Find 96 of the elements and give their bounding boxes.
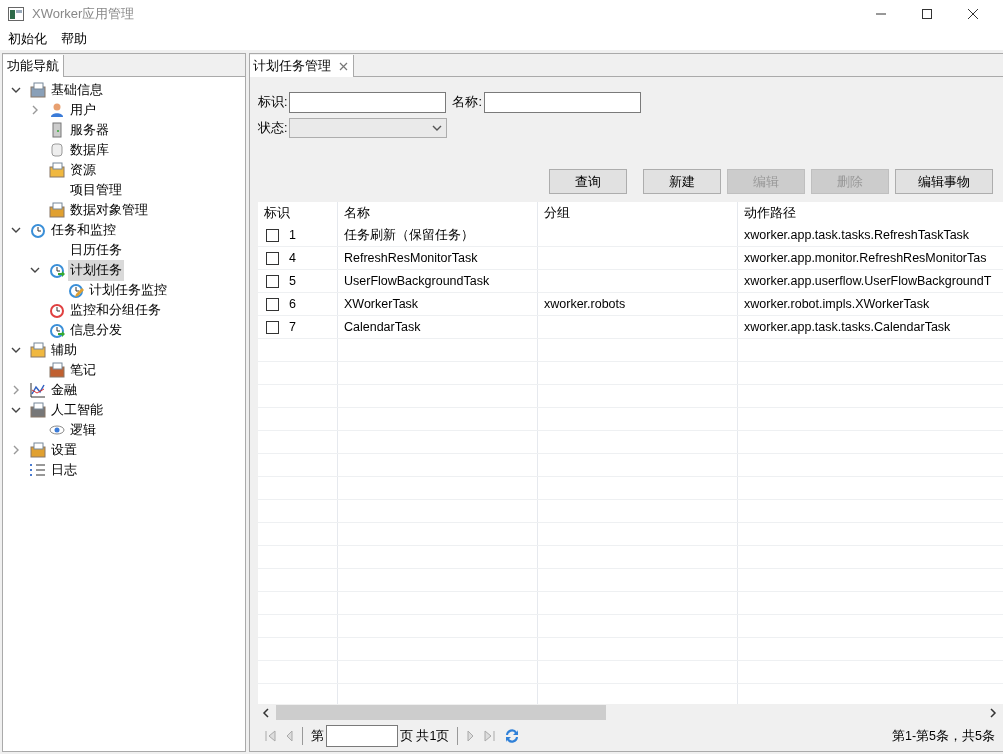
tree-item[interactable]: 笔记	[68, 359, 98, 381]
page-label: 第	[311, 727, 324, 745]
tree-node-icon	[49, 102, 65, 118]
id-input-field[interactable]	[289, 91, 447, 113]
table-cell: 5	[289, 274, 296, 288]
scroll-right-icon[interactable]	[989, 707, 997, 718]
tree-item[interactable]: 日志	[49, 459, 79, 481]
tree-item[interactable]: 项目管理	[68, 179, 124, 201]
maximize-icon[interactable]	[921, 8, 933, 20]
collapse-caret-icon[interactable]	[11, 445, 21, 455]
table-cell: UserFlowBackgroundTask	[344, 274, 490, 288]
row-checkbox[interactable]	[266, 251, 279, 265]
tree-item[interactable]: 计划任务监控	[87, 279, 169, 301]
tree-item[interactable]: 信息分发	[68, 319, 124, 341]
tree-node-icon	[49, 142, 65, 158]
tree-item[interactable]: 计划任务	[68, 259, 124, 281]
table-cell: xworker.robot.impls.XWorkerTask	[744, 297, 930, 311]
tree-node-icon	[49, 202, 65, 218]
tree-item[interactable]: 任务和监控	[49, 219, 118, 241]
tree-node-icon	[30, 462, 46, 478]
tree-node-icon	[49, 262, 65, 278]
tree-node-icon	[30, 82, 46, 98]
tree-node-icon	[30, 342, 46, 358]
app-icon	[8, 7, 24, 21]
name-input-field[interactable]	[483, 91, 641, 113]
tree-item[interactable]: 基础信息	[49, 79, 105, 101]
expand-caret-icon[interactable]	[11, 345, 21, 355]
table-cell: 任务刷新（保留任务）	[344, 226, 474, 244]
tree-item[interactable]: 数据对象管理	[68, 199, 150, 221]
tree-item[interactable]: 逻辑	[68, 419, 98, 441]
table-cell: xworker.app.monitor.RefreshResMonitorTas	[744, 251, 987, 265]
toolbar-button[interactable]: 新建	[643, 169, 721, 194]
tree-node-icon	[30, 402, 46, 418]
close-icon[interactable]	[967, 8, 979, 20]
tree-item[interactable]: 日历任务	[68, 239, 124, 261]
field-label: 状态:	[258, 119, 288, 137]
navigation-tab[interactable]: 功能导航	[3, 55, 64, 77]
field-label: 名称:	[452, 93, 482, 111]
tree-item[interactable]: 监控和分组任务	[68, 299, 163, 321]
tree-item[interactable]: 设置	[49, 439, 79, 461]
scroll-left-icon[interactable]	[262, 707, 270, 718]
table-cell: xworker.app.userflow.UserFlowBackgroundT	[744, 274, 992, 288]
tree-node-icon	[49, 162, 65, 178]
table-cell: 4	[289, 251, 296, 265]
tree-item[interactable]: 辅助	[49, 339, 79, 361]
table-cell: RefreshResMonitorTask	[344, 251, 478, 265]
table-cell: xworker.app.task.tasks.CalendarTask	[744, 320, 951, 334]
tree-node-icon	[30, 382, 46, 398]
table-cell: 1	[289, 228, 296, 242]
collapse-caret-icon[interactable]	[30, 105, 40, 115]
refresh-icon[interactable]	[504, 728, 521, 744]
tree-item[interactable]: 人工智能	[49, 399, 105, 421]
toolbar-button[interactable]: 编辑事物	[895, 169, 993, 194]
row-checkbox[interactable]	[266, 228, 279, 242]
table-cell: XWorkerTask	[344, 297, 419, 311]
expand-caret-icon[interactable]	[11, 85, 21, 95]
window-title: XWorker应用管理	[32, 5, 135, 23]
record-summary: 第1-第5条，共5条	[891, 727, 996, 745]
table-cell: 7	[289, 320, 296, 334]
editor-tab[interactable]: 计划任务管理	[250, 55, 354, 77]
expand-caret-icon[interactable]	[11, 405, 21, 415]
field-label: 标识:	[258, 93, 288, 111]
tree-node-icon	[68, 282, 84, 298]
tree-node-icon	[49, 362, 65, 378]
tree-item[interactable]: 用户	[68, 99, 98, 121]
tree-node-icon	[49, 122, 65, 138]
column-header[interactable]: 分组	[538, 202, 738, 224]
toolbar-button[interactable]: 查询	[549, 169, 627, 194]
column-header[interactable]: 名称	[338, 202, 538, 224]
collapse-caret-icon[interactable]	[11, 385, 21, 395]
table-cell: xworker.app.task.tasks.RefreshTaskTask	[744, 228, 970, 242]
dropdown-caret-icon	[432, 124, 443, 132]
tree-node-icon	[49, 322, 65, 338]
column-header[interactable]: 标识	[258, 202, 338, 224]
tree-node-icon	[30, 222, 46, 238]
tree-item[interactable]: 服务器	[68, 119, 111, 141]
tree-node-icon	[49, 302, 65, 318]
scrollbar-thumb[interactable]	[276, 705, 606, 720]
page-input-field[interactable]	[326, 725, 398, 747]
page-count: 页 共1页	[400, 727, 450, 745]
expand-caret-icon[interactable]	[11, 225, 21, 235]
menu-item[interactable]: 帮助	[61, 30, 87, 48]
tree-item[interactable]: 资源	[68, 159, 98, 181]
column-header[interactable]: 动作路径	[738, 202, 1003, 224]
tree-node-icon	[49, 422, 65, 438]
tree-item[interactable]: 数据库	[68, 139, 111, 161]
expand-caret-icon[interactable]	[30, 265, 40, 275]
tree-item[interactable]: 金融	[49, 379, 79, 401]
tree-node-icon	[30, 442, 46, 458]
table-cell: 6	[289, 297, 296, 311]
table-cell: CalendarTask	[344, 320, 421, 334]
row-checkbox[interactable]	[266, 320, 279, 334]
row-checkbox[interactable]	[266, 274, 279, 288]
row-checkbox[interactable]	[266, 297, 279, 311]
menu-item[interactable]: 初始化	[8, 30, 47, 48]
table-cell: xworker.robots	[544, 297, 626, 311]
